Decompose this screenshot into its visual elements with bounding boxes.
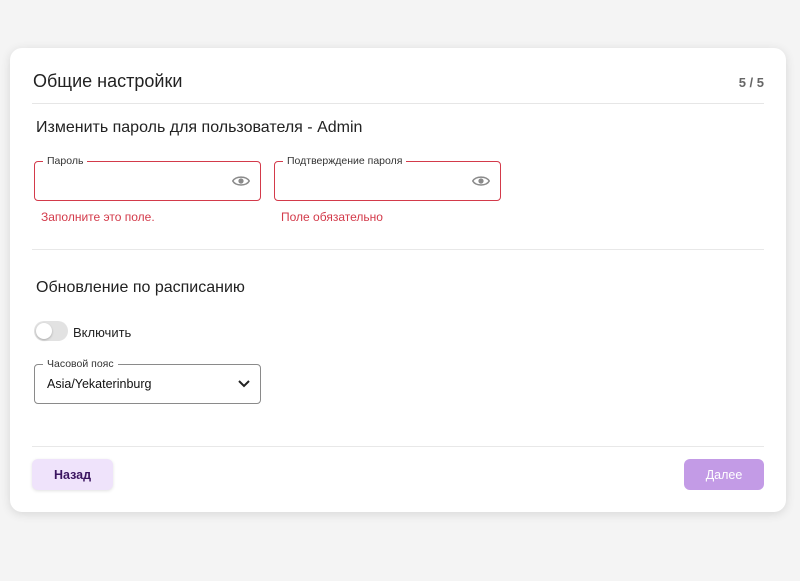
settings-card: Общие настройки 5 / 5 Изменить пароль дл…	[10, 48, 786, 512]
toggle-knob	[36, 323, 52, 339]
timezone-value: Asia/Yekaterinburg	[47, 377, 152, 391]
back-button[interactable]: Назад	[32, 459, 113, 490]
chevron-down-icon	[238, 380, 250, 388]
section-divider	[32, 249, 764, 250]
timezone-label: Часовой пояс	[43, 357, 118, 371]
toggle-label: Включить	[73, 325, 132, 340]
eye-icon[interactable]	[232, 174, 250, 188]
confirm-password-label: Подтверждение пароля	[283, 154, 407, 168]
schedule-section-title: Обновление по расписанию	[36, 279, 245, 296]
timezone-select[interactable]: Часовой пояс Asia/Yekaterinburg	[34, 357, 261, 404]
password-label: Пароль	[43, 154, 88, 168]
card-header: Общие настройки 5 / 5	[32, 48, 764, 104]
schedule-toggle[interactable]	[34, 321, 68, 341]
page-title: Общие настройки	[33, 71, 183, 91]
step-indicator: 5 / 5	[738, 75, 764, 90]
next-button[interactable]: Далее	[684, 459, 764, 490]
confirm-password-input[interactable]	[287, 170, 460, 192]
confirm-password-error: Поле обязательно	[281, 210, 383, 224]
password-input[interactable]	[47, 170, 220, 192]
eye-icon[interactable]	[472, 174, 490, 188]
password-field[interactable]: Пароль	[34, 154, 261, 201]
password-error: Заполните это поле.	[41, 210, 155, 224]
footer-divider	[32, 446, 764, 447]
confirm-password-field[interactable]: Подтверждение пароля	[274, 154, 501, 201]
password-section-title: Изменить пароль для пользователя - Admin	[36, 119, 363, 136]
